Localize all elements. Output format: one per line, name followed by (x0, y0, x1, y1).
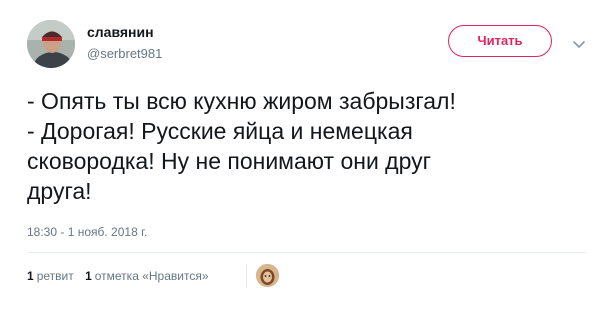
likes-label: отметка «Нравится» (94, 269, 209, 283)
tweet-stats: 1 ретвит 1 отметка «Нравится» (27, 269, 217, 283)
author-avatar[interactable] (27, 20, 75, 68)
user-avatar-icon (27, 20, 75, 68)
retweets-label: ретвит (36, 269, 74, 283)
tweet-timestamp[interactable]: 18:30 - 1 нояб. 2018 г. (27, 225, 147, 239)
divider (27, 252, 586, 253)
tweet-text-line: - Опять ты всю кухню жиром забрызгал! (27, 88, 456, 114)
tweet-text-line: - Дорогая! Русские яйца и немецкая (27, 118, 413, 144)
retweets-count: 1 (27, 269, 34, 283)
retweets-stat[interactable]: 1 ретвит (27, 269, 74, 283)
chevron-down-icon[interactable] (572, 37, 586, 48)
tweet-card: славянин @serbret981 Читать - Опять ты в… (0, 0, 611, 315)
tweet-text: - Опять ты всю кухню жиром забрызгал! - … (27, 86, 587, 206)
liker-avatar[interactable] (256, 264, 279, 287)
stats-divider (246, 264, 247, 288)
likes-stat[interactable]: 1 отметка «Нравится» (85, 269, 208, 283)
liker-avatar-icon (256, 264, 279, 287)
author-username[interactable]: @serbret981 (87, 46, 162, 61)
author-display-name[interactable]: славянин (87, 24, 154, 40)
tweet-text-line: друга! (27, 178, 92, 204)
follow-button[interactable]: Читать (448, 25, 552, 57)
likes-count: 1 (85, 269, 92, 283)
tweet-text-line: сковородка! Ну не понимают они друг (27, 148, 432, 174)
